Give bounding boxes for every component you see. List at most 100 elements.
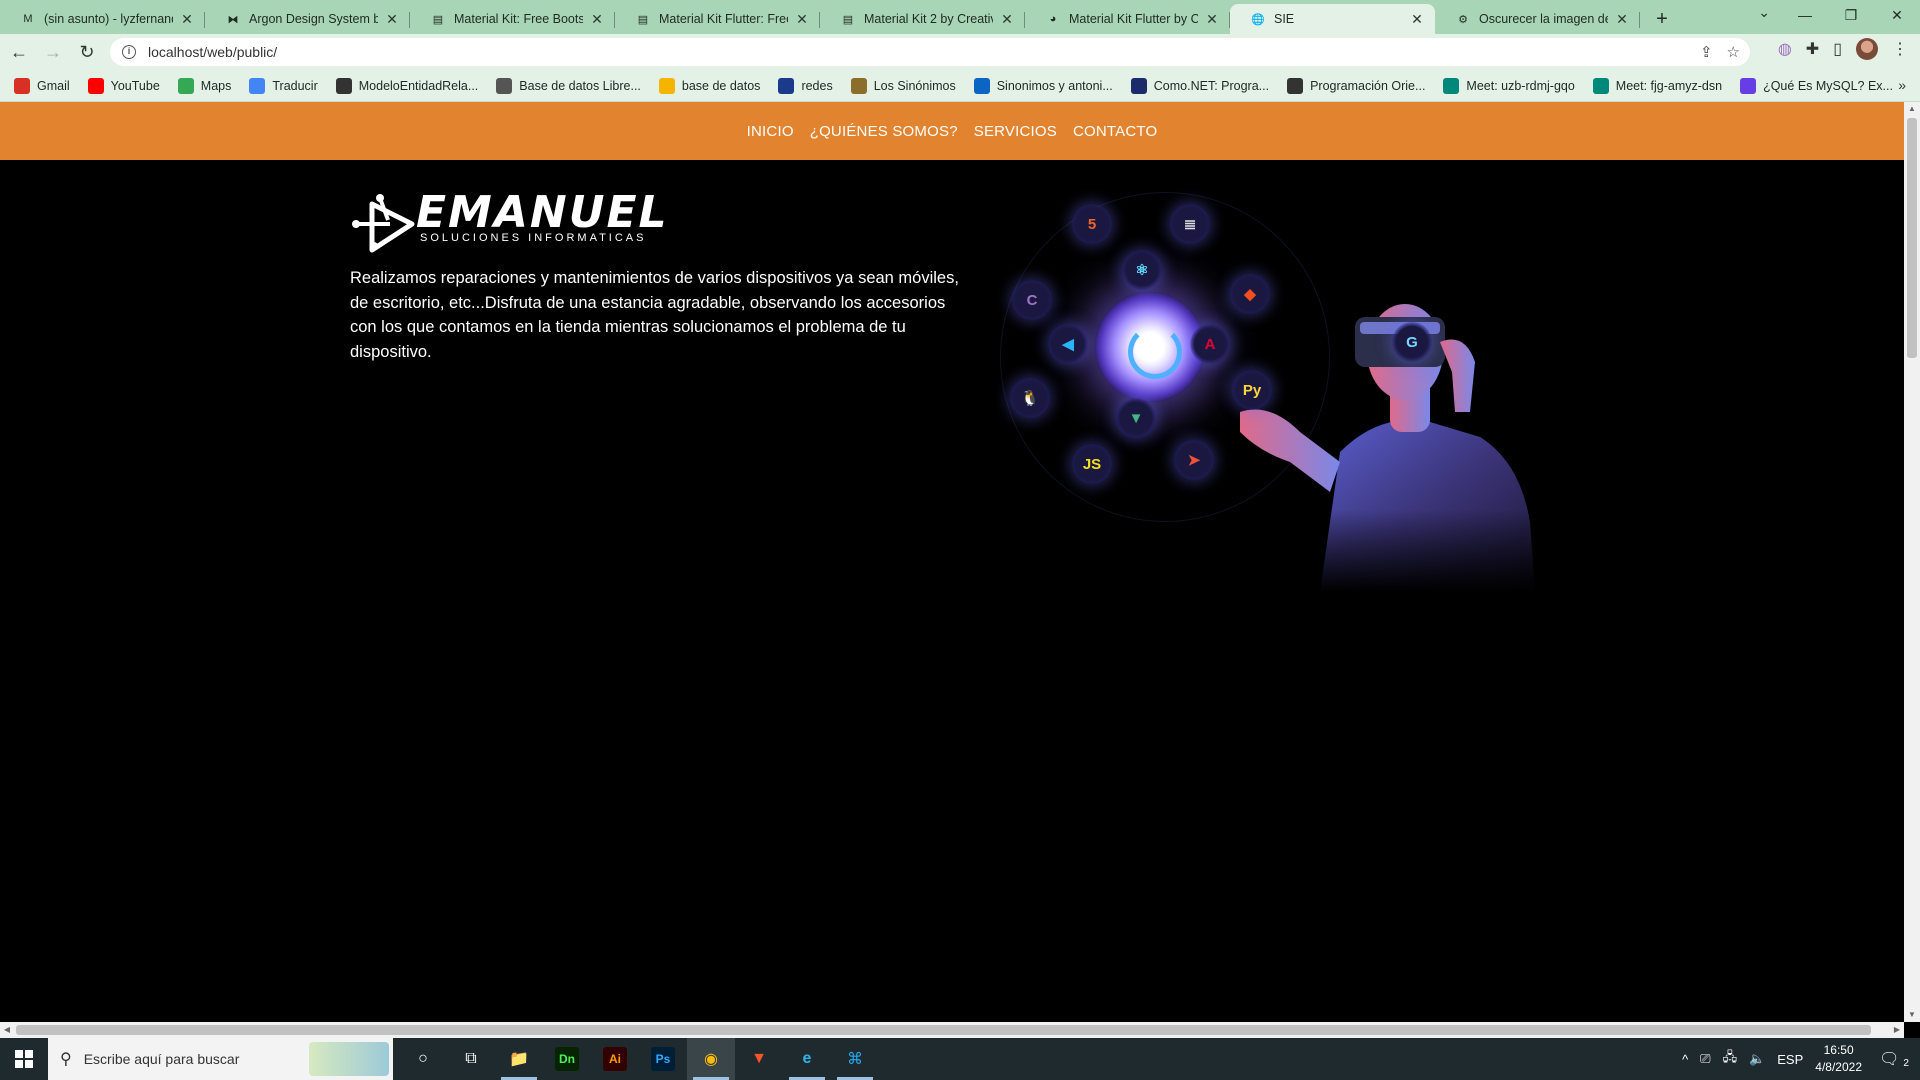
brave-taskbar-button[interactable]: ▼ [735, 1038, 783, 1080]
browser-toolbar: ← → ↻ i localhost/web/public/ ⇪ ☆ ◍ ✚ ▯ … [0, 34, 1920, 70]
tab-title: (sin asunto) - lyzfernandez [44, 12, 173, 26]
url-text[interactable]: localhost/web/public/ [148, 44, 277, 60]
nav-inicio[interactable]: INICIO [747, 123, 794, 140]
bookmark-label: YouTube [110, 78, 160, 93]
browser-tab[interactable]: 🌐 SIE ✕ [1230, 4, 1435, 34]
bookmark-item[interactable]: Maps [177, 77, 231, 94]
profile-avatar[interactable] [1856, 38, 1878, 60]
bookmark-item[interactable]: Programación Orie... [1287, 77, 1425, 94]
cortana-taskbar-button[interactable]: ○ [399, 1038, 447, 1080]
extension-media-icon[interactable]: ◍ [1778, 39, 1792, 59]
logo-subtitle: SOLUCIONES INFORMATICAS [420, 232, 647, 244]
youtube-icon [87, 77, 104, 94]
bookmark-item[interactable]: Meet: fjg-amyz-dsn [1592, 77, 1722, 94]
minimize-button[interactable]: — [1782, 0, 1828, 30]
bookmark-item[interactable]: Los Sinónimos [850, 77, 956, 94]
horizontal-scrollbar[interactable]: ◀ ▶ [0, 1022, 1904, 1038]
bookmark-label: Base de datos Libre... [519, 78, 641, 93]
network-icon[interactable]: 🖧 [1723, 1048, 1738, 1070]
bookmark-item[interactable]: YouTube [87, 77, 160, 94]
nav-servicios[interactable]: SERVICIOS [974, 123, 1057, 140]
illustrator-icon: Ai [603, 1047, 627, 1071]
clock[interactable]: 16:50 4/8/2022 [1815, 1042, 1862, 1076]
meet-now-icon[interactable]: ⎚ [1700, 1051, 1710, 1067]
vertical-scrollbar[interactable]: ▲ ▼ [1904, 102, 1920, 1022]
restore-button[interactable]: ❐ [1828, 0, 1874, 30]
search-highlight-image [309, 1042, 389, 1076]
browser-tab[interactable]: ⚙ Oscurecer la imagen de fo ✕ [1435, 4, 1640, 34]
scroll-right-icon[interactable]: ▶ [1890, 1022, 1904, 1038]
nav-quienes-somos[interactable]: ¿QUIÉNES SOMOS? [810, 123, 958, 140]
bookmark-item[interactable]: Como.NET: Progra... [1130, 77, 1269, 94]
new-tab-button[interactable]: + [1648, 6, 1676, 34]
dreamweaver-taskbar-button[interactable]: Dn [543, 1038, 591, 1080]
language-indicator[interactable]: ESP [1777, 1052, 1803, 1067]
tab-title: Material Kit Flutter: Free Fl [659, 12, 788, 26]
system-tray: ^ ⎚ 🖧 🔈 ESP 16:50 4/8/2022 🗨 2 [1682, 1038, 1920, 1080]
bookmark-item[interactable]: ¿Qué Es MySQL? Ex... [1740, 77, 1893, 94]
tab-close-icon[interactable]: ✕ [384, 11, 400, 27]
browser-tab[interactable]: ▤ Material Kit Flutter: Free Fl ✕ [615, 4, 820, 34]
browser-tab[interactable]: ⧓ Argon Design System by C ✕ [205, 4, 410, 34]
bookmark-item[interactable]: Traducir [249, 77, 318, 94]
start-button[interactable] [0, 1038, 48, 1080]
tab-close-icon[interactable]: ✕ [794, 11, 810, 27]
tab-title: Argon Design System by C [249, 12, 378, 26]
nav-contacto[interactable]: CONTACTO [1073, 123, 1157, 140]
edge-taskbar-button[interactable]: e [783, 1038, 831, 1080]
chrome-taskbar-button[interactable]: ◉ [687, 1038, 735, 1080]
scroll-left-icon[interactable]: ◀ [0, 1022, 14, 1038]
bookmarks-overflow-icon[interactable]: » [1898, 77, 1906, 93]
browser-tab[interactable]: M (sin asunto) - lyzfernandez ✕ [0, 4, 205, 34]
forward-button[interactable]: → [38, 37, 68, 67]
globe-icon: 🌐 [1251, 13, 1265, 26]
bookmark-item[interactable]: Base de datos Libre... [496, 77, 641, 94]
tab-close-icon[interactable]: ✕ [179, 11, 195, 27]
scroll-down-icon[interactable]: ▼ [1904, 1008, 1920, 1022]
tab-close-icon[interactable]: ✕ [1614, 11, 1630, 27]
scroll-up-icon[interactable]: ▲ [1904, 102, 1920, 116]
tray-overflow-icon[interactable]: ^ [1682, 1052, 1688, 1067]
bookmark-item[interactable]: Gmail [14, 77, 70, 94]
tab-close-icon[interactable]: ✕ [1409, 11, 1425, 27]
vscode-icon: ⌘ [847, 1051, 863, 1068]
creative-tim-icon: ⧓ [227, 13, 239, 26]
glowing-core-icon [1095, 292, 1205, 402]
reload-button[interactable]: ↻ [72, 37, 102, 67]
tab-close-icon[interactable]: ✕ [589, 11, 605, 27]
close-window-button[interactable]: ✕ [1874, 0, 1920, 30]
vertical-scroll-thumb[interactable] [1907, 118, 1917, 358]
logo-word: EMANUEL [416, 187, 669, 238]
site-info-icon[interactable]: i [122, 45, 136, 59]
page-icon: ▤ [432, 13, 444, 26]
illustrator-taskbar-button[interactable]: Ai [591, 1038, 639, 1080]
address-bar[interactable]: i localhost/web/public/ ⇪ ☆ [110, 38, 1750, 66]
vscode-taskbar-button[interactable]: ⌘ [831, 1038, 879, 1080]
bookmark-item[interactable]: Sinonimos y antoni... [973, 77, 1113, 94]
horizontal-scroll-thumb[interactable] [16, 1025, 1871, 1035]
file-explorer-taskbar-button[interactable]: 📁 [495, 1038, 543, 1080]
bookmark-item[interactable]: base de datos [658, 77, 760, 94]
side-panel-icon[interactable]: ▯ [1833, 39, 1842, 59]
notification-center-button[interactable]: 🗨 2 [1879, 1038, 1920, 1080]
taskbar-search[interactable]: ⚲ Escribe aquí para buscar [48, 1038, 393, 1080]
browser-tab[interactable]: ▤ Material Kit 2 by Creative T ✕ [820, 4, 1025, 34]
share-icon[interactable]: ⇪ [1700, 43, 1713, 61]
volume-icon[interactable]: 🔈 [1749, 1051, 1765, 1067]
task-view-taskbar-button[interactable]: ⧉ [447, 1038, 495, 1080]
browser-tab[interactable]: ◕ Material Kit Flutter by Crea ✕ [1025, 4, 1230, 34]
menu-kebab-icon[interactable]: ⋮ [1892, 39, 1908, 59]
tab-close-icon[interactable]: ✕ [999, 11, 1015, 27]
photoshop-taskbar-button[interactable]: Ps [639, 1038, 687, 1080]
bookmark-label: Meet: uzb-rdmj-gqo [1466, 78, 1575, 93]
tab-search-chevron-icon[interactable]: ⌄ [1758, 4, 1770, 21]
tab-close-icon[interactable]: ✕ [1204, 11, 1220, 27]
bookmarks-bar: Gmail YouTube Maps Traducir ModeloEntidadRel… [0, 70, 1920, 102]
extensions-puzzle-icon[interactable]: ✚ [1806, 39, 1819, 59]
bookmark-item[interactable]: ModeloEntidadRela... [335, 77, 478, 94]
bookmark-item[interactable]: Meet: uzb-rdmj-gqo [1443, 77, 1575, 94]
bookmark-item[interactable]: redes [778, 77, 833, 94]
back-button[interactable]: ← [4, 37, 34, 67]
bookmark-star-icon[interactable]: ☆ [1727, 43, 1740, 61]
browser-tab[interactable]: ▤ Material Kit: Free Bootstrap ✕ [410, 4, 615, 34]
